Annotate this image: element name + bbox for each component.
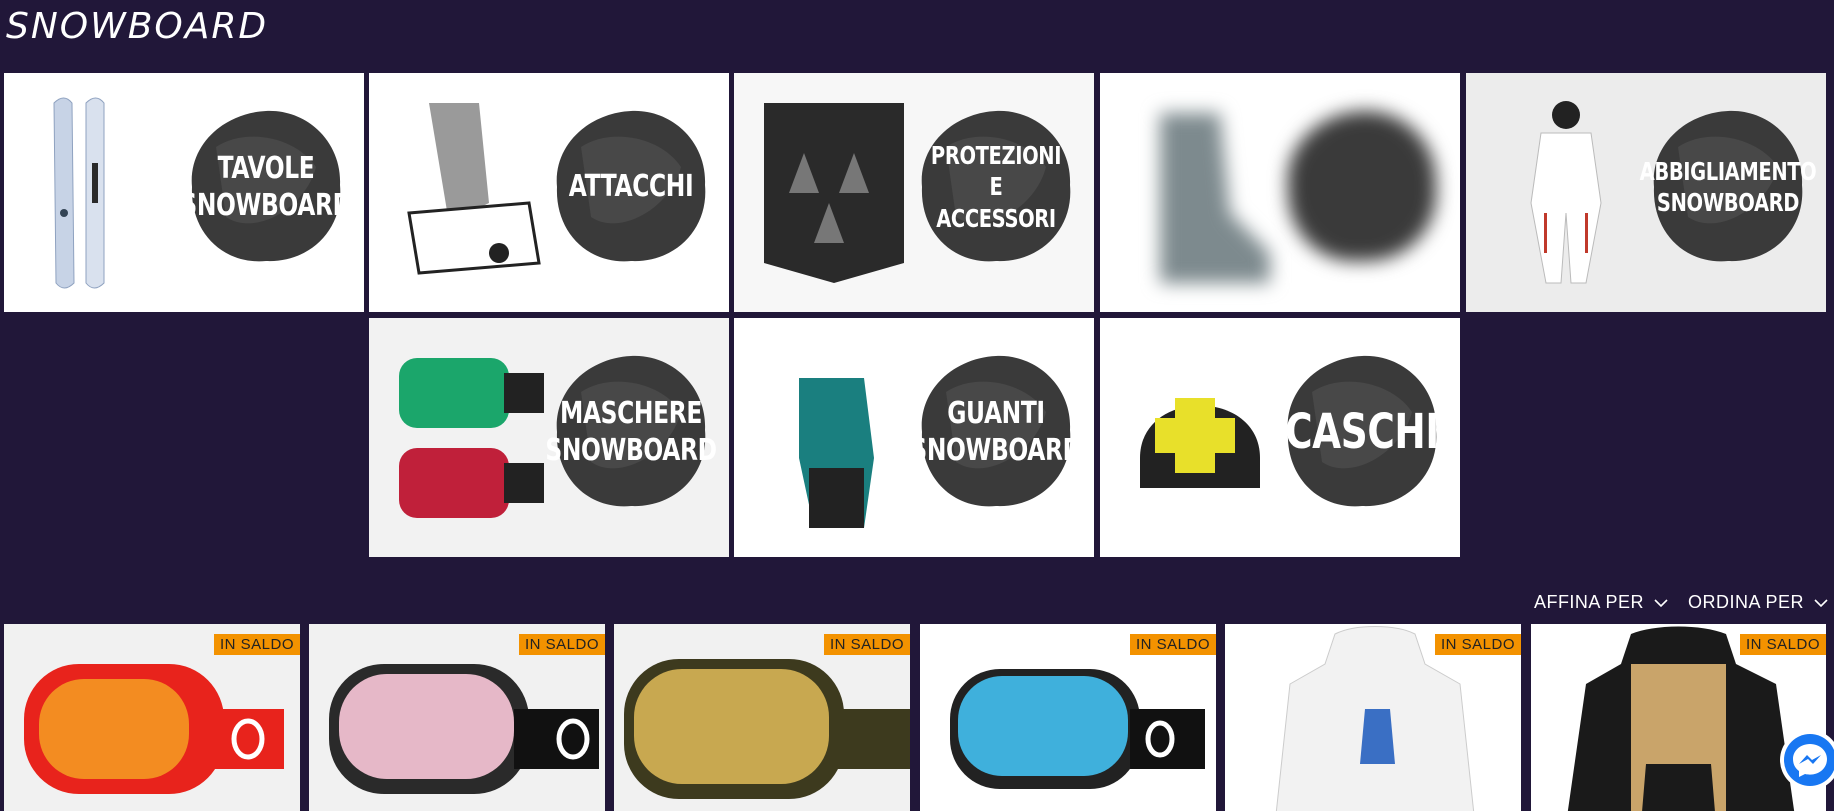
category-stamp: CASCHI bbox=[1282, 352, 1442, 512]
messenger-icon bbox=[1784, 734, 1834, 786]
product-card[interactable]: IN SALDO bbox=[920, 624, 1216, 811]
category-stamp: TAVOLE SNOWBOARD bbox=[180, 107, 352, 267]
sale-badge: IN SALDO bbox=[1434, 634, 1521, 655]
category-tile-abbigliamento[interactable]: ABBIGLIAMENTO SNOWBOARD bbox=[1466, 73, 1826, 312]
chevron-down-icon bbox=[1654, 598, 1668, 607]
sort-label: ORDINA PER bbox=[1687, 592, 1804, 612]
category-stamp: PROTEZIONI E ACCESSORI bbox=[916, 107, 1076, 267]
product-card[interactable]: IN SALDO bbox=[1225, 624, 1521, 811]
category-tile-scarponi[interactable] bbox=[1100, 73, 1460, 312]
category-label: CASCHI bbox=[1285, 404, 1439, 460]
category-stamp bbox=[1282, 107, 1442, 267]
category-tile-attacchi[interactable]: ATTACCHI bbox=[369, 73, 729, 312]
filter-button[interactable]: AFFINA PER bbox=[1534, 592, 1668, 613]
category-tile-maschere[interactable]: MASCHERE SNOWBOARD bbox=[369, 318, 729, 557]
sale-badge: IN SALDO bbox=[213, 634, 300, 655]
snowsuit-icon bbox=[1530, 101, 1602, 284]
sort-button[interactable]: ORDINA PER bbox=[1688, 592, 1828, 613]
sale-badge: IN SALDO bbox=[518, 634, 605, 655]
category-label bbox=[1300, 107, 1425, 267]
chevron-down-icon bbox=[1814, 598, 1828, 607]
category-tile-guanti[interactable]: GUANTI SNOWBOARD bbox=[734, 318, 1094, 557]
sale-badge: IN SALDO bbox=[1739, 634, 1826, 655]
stomp-pad-icon bbox=[764, 103, 904, 283]
category-tile-protezioni[interactable]: PROTEZIONI E ACCESSORI bbox=[734, 73, 1094, 312]
goggle-icon bbox=[399, 358, 544, 518]
product-card[interactable]: IN SALDO bbox=[4, 624, 300, 811]
category-tile-tavole[interactable]: TAVOLE SNOWBOARD bbox=[4, 73, 364, 312]
category-stamp: ATTACCHI bbox=[551, 107, 711, 267]
product-card[interactable]: IN SALDO bbox=[309, 624, 605, 811]
messenger-chat-button[interactable] bbox=[1780, 730, 1834, 790]
category-label: GUANTI SNOWBOARD bbox=[910, 395, 1082, 469]
binding-icon bbox=[407, 103, 541, 275]
category-stamp: ABBIGLIAMENTO SNOWBOARD bbox=[1639, 107, 1817, 267]
category-stamp: GUANTI SNOWBOARD bbox=[910, 352, 1082, 512]
helmet-icon bbox=[1140, 398, 1260, 488]
category-label: ATTACCHI bbox=[568, 169, 694, 205]
category-label: ABBIGLIAMENTO SNOWBOARD bbox=[1639, 156, 1817, 217]
boot-icon bbox=[1160, 113, 1270, 283]
category-label: TAVOLE SNOWBOARD bbox=[180, 150, 352, 224]
glove-icon bbox=[799, 378, 874, 528]
category-label: MASCHERE SNOWBOARD bbox=[545, 395, 717, 469]
product-toolbar: AFFINA PER ORDINA PER bbox=[1534, 592, 1828, 613]
category-label: PROTEZIONI E ACCESSORI bbox=[930, 141, 1062, 233]
sale-badge: IN SALDO bbox=[1129, 634, 1216, 655]
category-stamp: MASCHERE SNOWBOARD bbox=[545, 352, 717, 512]
sale-badge: IN SALDO bbox=[823, 634, 910, 655]
filter-label: AFFINA PER bbox=[1533, 592, 1644, 612]
product-card[interactable]: IN SALDO bbox=[1531, 624, 1826, 811]
category-tile-caschi[interactable]: CASCHI bbox=[1100, 318, 1460, 557]
page-title: SNOWBOARD bbox=[6, 6, 269, 47]
snowboard-icon bbox=[53, 97, 105, 289]
product-card[interactable]: IN SALDO bbox=[614, 624, 910, 811]
